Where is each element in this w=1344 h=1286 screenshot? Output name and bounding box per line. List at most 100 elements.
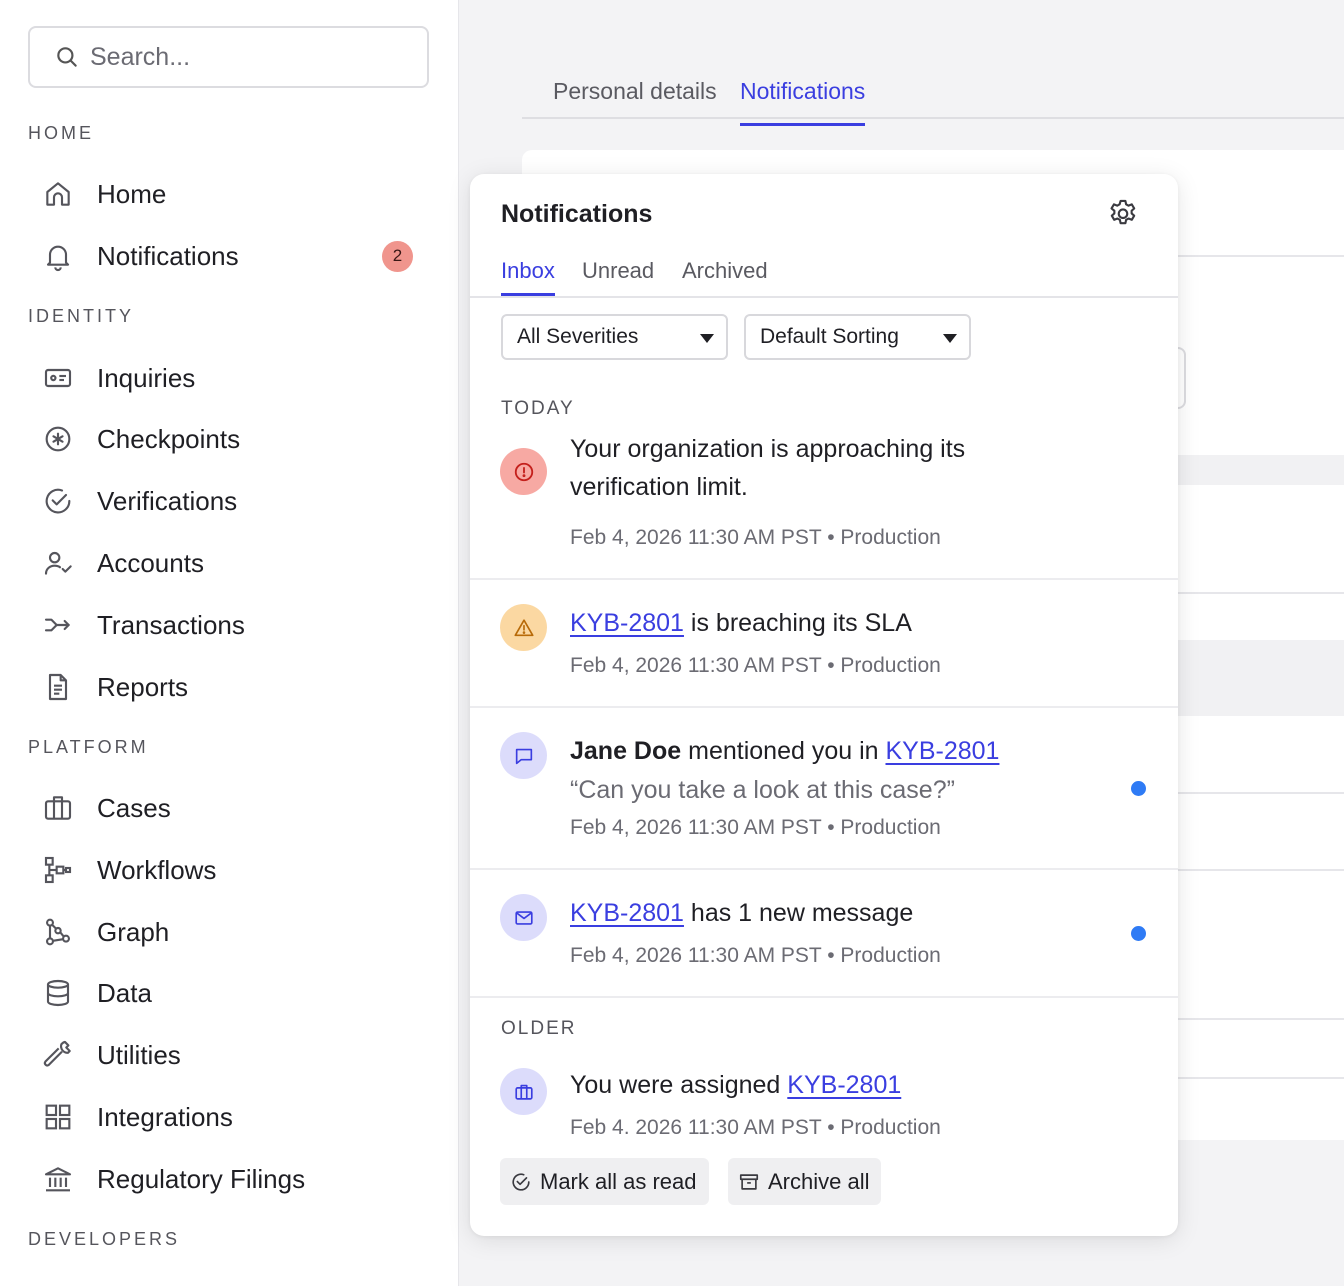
sidebar: Search... HOME Home Notifications 2 IDEN… [0,0,459,1286]
notification-item[interactable]: KYB-2801 has 1 new message Feb 4, 2026 1… [470,870,1178,998]
sidebar-item-label: Checkpoints [97,423,241,454]
tab-personal-details[interactable]: Personal details [553,78,717,105]
notification-meta: Feb 4, 2026 11:30 AM PST • Production [570,816,941,839]
check-circle-icon [512,1172,530,1191]
section-label-home: HOME [28,123,94,143]
message-bubble-icon [500,732,547,779]
section-label-developers: DEVELOPERS [28,1229,181,1249]
caret-down-icon [943,334,957,343]
sidebar-item-label: Home [97,178,167,209]
gear-icon[interactable] [1106,196,1140,230]
notifications-panel: Notifications Inbox Unread Archived All … [470,174,1178,1236]
case-link[interactable]: KYB-2801 [885,737,999,765]
notification-message: is breaching its SLA [690,609,912,637]
sidebar-item-label: Reports [97,671,189,702]
sidebar-item-accounts[interactable]: Accounts [40,538,420,588]
sidebar-item-utilities[interactable]: Utilities [40,1030,420,1080]
background-band [1178,455,1344,485]
notification-text: Your organization is approaching its ver… [570,435,966,501]
check-circle-icon [40,483,76,519]
wrench-icon [40,1037,76,1073]
notification-message: You were assigned [570,1071,781,1099]
group-label-today: TODAY [501,398,575,419]
workflow-icon [40,852,76,888]
sidebar-item-integrations[interactable]: Integrations [40,1092,420,1142]
notification-text: You were assigned KYB-2801 [570,1066,1110,1104]
sidebar-item-label: Workflows [97,854,217,885]
sidebar-item-graph[interactable]: Graph [40,907,420,957]
notification-meta: Feb 4, 2026 11:30 AM PST • Production [570,944,941,967]
unread-indicator [1131,926,1146,941]
sidebar-item-regulatory-filings[interactable]: Regulatory Filings [40,1154,420,1204]
divider [1178,1018,1344,1020]
tab-notifications[interactable]: Notifications [740,78,866,126]
severity-select[interactable]: All Severities [501,314,728,360]
sidebar-item-label: Notifications [97,240,239,271]
notification-meta: Feb 4, 2026 11:30 AM PST • Production [570,1116,941,1134]
sidebar-item-label: Transactions [97,609,245,640]
divider [1178,792,1344,794]
notification-item[interactable]: Jane Doe mentioned you in KYB-2801 “Can … [470,708,1178,870]
notification-meta: Feb 4, 2026 11:30 AM PST • Production [570,526,941,549]
sidebar-item-reports[interactable]: Reports [40,662,420,712]
notification-list[interactable]: TODAY Your organization is approaching i… [470,360,1178,1134]
sidebar-item-workflows[interactable]: Workflows [40,845,420,895]
search-icon [57,47,77,67]
case-link[interactable]: KYB-2801 [570,609,684,637]
sidebar-item-home[interactable]: Home [40,169,420,219]
notification-item[interactable]: Your organization is approaching its ver… [470,432,1178,580]
id-card-icon [40,360,76,396]
mark-all-read-button[interactable]: Mark all as read [500,1158,709,1205]
sorting-select-value: Default Sorting [760,325,899,348]
sidebar-item-data[interactable]: Data [40,968,420,1018]
caret-down-icon [700,334,714,343]
panel-title: Notifications [501,200,653,228]
divider [1178,1077,1344,1079]
sidebar-item-cases[interactable]: Cases [40,783,420,833]
sidebar-item-transactions[interactable]: Transactions [40,600,420,650]
sidebar-item-label: Cases [97,792,171,823]
sidebar-item-label: Data [97,977,152,1008]
unread-indicator [1131,781,1146,796]
divider [1178,255,1344,257]
tab-unread[interactable]: Unread [582,258,654,284]
graph-icon [40,914,76,950]
search-placeholder: Search... [90,42,191,71]
notification-message: has 1 new message [690,899,914,927]
case-link[interactable]: KYB-2801 [787,1071,901,1099]
sidebar-item-label: Utilities [97,1039,181,1070]
asterisk-circle-icon [40,421,76,457]
bell-icon [40,238,76,274]
grid-icon [40,1099,76,1135]
notification-item[interactable]: You were assigned KYB-2801 Feb 4, 2026 1… [470,1050,1178,1134]
user-check-icon [40,545,76,581]
archive-all-label: Archive all [768,1168,870,1194]
sidebar-item-label: Accounts [97,547,204,578]
sorting-select[interactable]: Default Sorting [744,314,971,360]
sidebar-item-verifications[interactable]: Verifications [40,476,420,526]
database-icon [40,975,76,1011]
panel-tabs: Inbox Unread Archived [470,254,1178,298]
notification-text: Jane Doe mentioned you in KYB-2801 [570,732,1110,770]
divider [1178,869,1344,871]
case-link[interactable]: KYB-2801 [570,899,684,927]
sidebar-item-label: Regulatory Filings [97,1163,306,1194]
search-input[interactable]: Search... [28,26,429,88]
archive-all-button[interactable]: Archive all [728,1158,882,1205]
tab-archived[interactable]: Archived [682,258,768,284]
notification-meta: Feb 4, 2026 11:30 AM PST • Production [570,654,941,677]
home-icon [40,176,76,212]
sidebar-item-label: Integrations [97,1101,233,1132]
tab-inbox[interactable]: Inbox [501,258,555,296]
notification-text: KYB-2801 is breaching its SLA [570,604,1110,642]
sidebar-item-notifications[interactable]: Notifications 2 [40,231,420,281]
notification-item[interactable]: KYB-2801 is breaching its SLA Feb 4, 202… [470,580,1178,708]
mark-all-read-label: Mark all as read [540,1168,697,1194]
archive-box-icon [739,1173,759,1190]
background-band [1178,640,1344,716]
warning-triangle-icon [500,604,547,651]
sidebar-item-inquiries[interactable]: Inquiries [40,353,420,403]
section-label-identity: IDENTITY [28,306,135,326]
sidebar-item-checkpoints[interactable]: Checkpoints [40,414,420,464]
alert-circle-icon [500,448,547,495]
